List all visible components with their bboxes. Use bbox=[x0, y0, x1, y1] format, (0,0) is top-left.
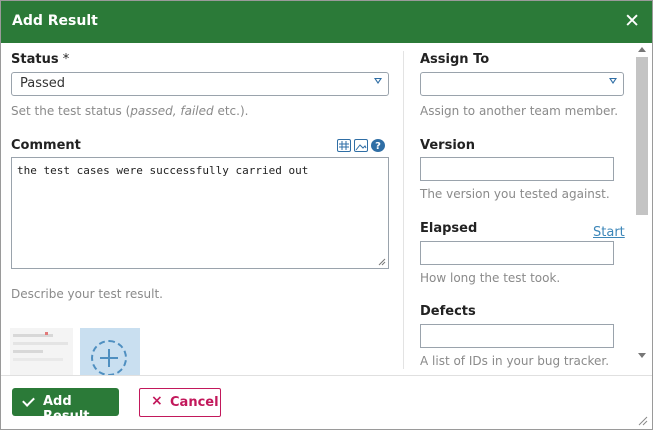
chevron-down-icon bbox=[374, 78, 382, 84]
resize-handle-icon[interactable] bbox=[378, 258, 386, 266]
dialog-resize-grip-icon[interactable] bbox=[638, 416, 648, 426]
comment-text: the test cases were successfully carried… bbox=[17, 164, 309, 177]
dialog-title: Add Result bbox=[12, 13, 98, 29]
status-label-text: Status bbox=[11, 52, 59, 67]
status-help-italic: passed, failed bbox=[130, 104, 214, 118]
defects-input[interactable] bbox=[420, 324, 614, 348]
check-icon bbox=[22, 394, 35, 407]
attachment-thumbnail[interactable] bbox=[10, 328, 73, 375]
assign-to-help: Assign to another team member. bbox=[420, 104, 619, 118]
comment-toolbar: ? bbox=[337, 139, 385, 152]
comment-help: Describe your test result. bbox=[11, 287, 163, 301]
status-label: Status * bbox=[11, 52, 69, 67]
elapsed-input[interactable] bbox=[420, 241, 614, 265]
elapsed-label: Elapsed bbox=[420, 221, 478, 236]
dialog-header: Add Result ✕ bbox=[1, 1, 652, 43]
status-help: Set the test status (passed, failed etc.… bbox=[11, 104, 248, 118]
version-label: Version bbox=[420, 138, 475, 153]
scrollbar-thumb[interactable] bbox=[636, 57, 648, 215]
comment-label: Comment bbox=[11, 138, 81, 153]
status-help-before: Set the test status ( bbox=[11, 104, 131, 118]
defects-help: A list of IDs in your bug tracker. bbox=[420, 354, 610, 368]
close-icon: × bbox=[151, 393, 163, 409]
image-icon[interactable] bbox=[354, 139, 368, 152]
defects-label: Defects bbox=[420, 304, 476, 319]
help-icon[interactable]: ? bbox=[371, 139, 385, 152]
add-attachment-button[interactable] bbox=[80, 328, 140, 375]
dialog-footer: Add Result × Cancel bbox=[1, 375, 652, 429]
assign-to-label: Assign To bbox=[420, 52, 490, 67]
column-divider bbox=[403, 51, 404, 369]
assign-to-select[interactable] bbox=[420, 72, 624, 96]
status-value: Passed bbox=[20, 76, 66, 91]
start-timer-link[interactable]: Start bbox=[593, 225, 625, 240]
status-help-after: etc.). bbox=[213, 104, 249, 118]
version-help: The version you tested against. bbox=[420, 187, 610, 201]
scroll-up-icon[interactable] bbox=[638, 47, 646, 52]
table-icon[interactable] bbox=[337, 139, 351, 152]
vertical-scrollbar[interactable] bbox=[634, 43, 650, 363]
required-mark: * bbox=[58, 52, 70, 67]
cancel-button[interactable]: × Cancel bbox=[139, 388, 221, 417]
status-select[interactable]: Passed bbox=[11, 72, 389, 96]
add-result-dialog: Add Result ✕ Status * Passed Set the tes… bbox=[0, 0, 653, 430]
version-input[interactable] bbox=[420, 157, 614, 181]
add-result-button[interactable]: Add Result bbox=[12, 388, 119, 424]
close-icon[interactable]: ✕ bbox=[624, 11, 640, 31]
elapsed-help: How long the test took. bbox=[420, 271, 561, 285]
add-result-label: Add Result bbox=[43, 394, 90, 424]
scroll-down-icon[interactable] bbox=[638, 353, 646, 358]
chevron-down-icon bbox=[609, 78, 617, 84]
comment-textarea[interactable]: the test cases were successfully carried… bbox=[11, 157, 389, 269]
cancel-label: Cancel bbox=[170, 395, 219, 410]
dialog-body: Status * Passed Set the test status (pas… bbox=[1, 43, 652, 375]
